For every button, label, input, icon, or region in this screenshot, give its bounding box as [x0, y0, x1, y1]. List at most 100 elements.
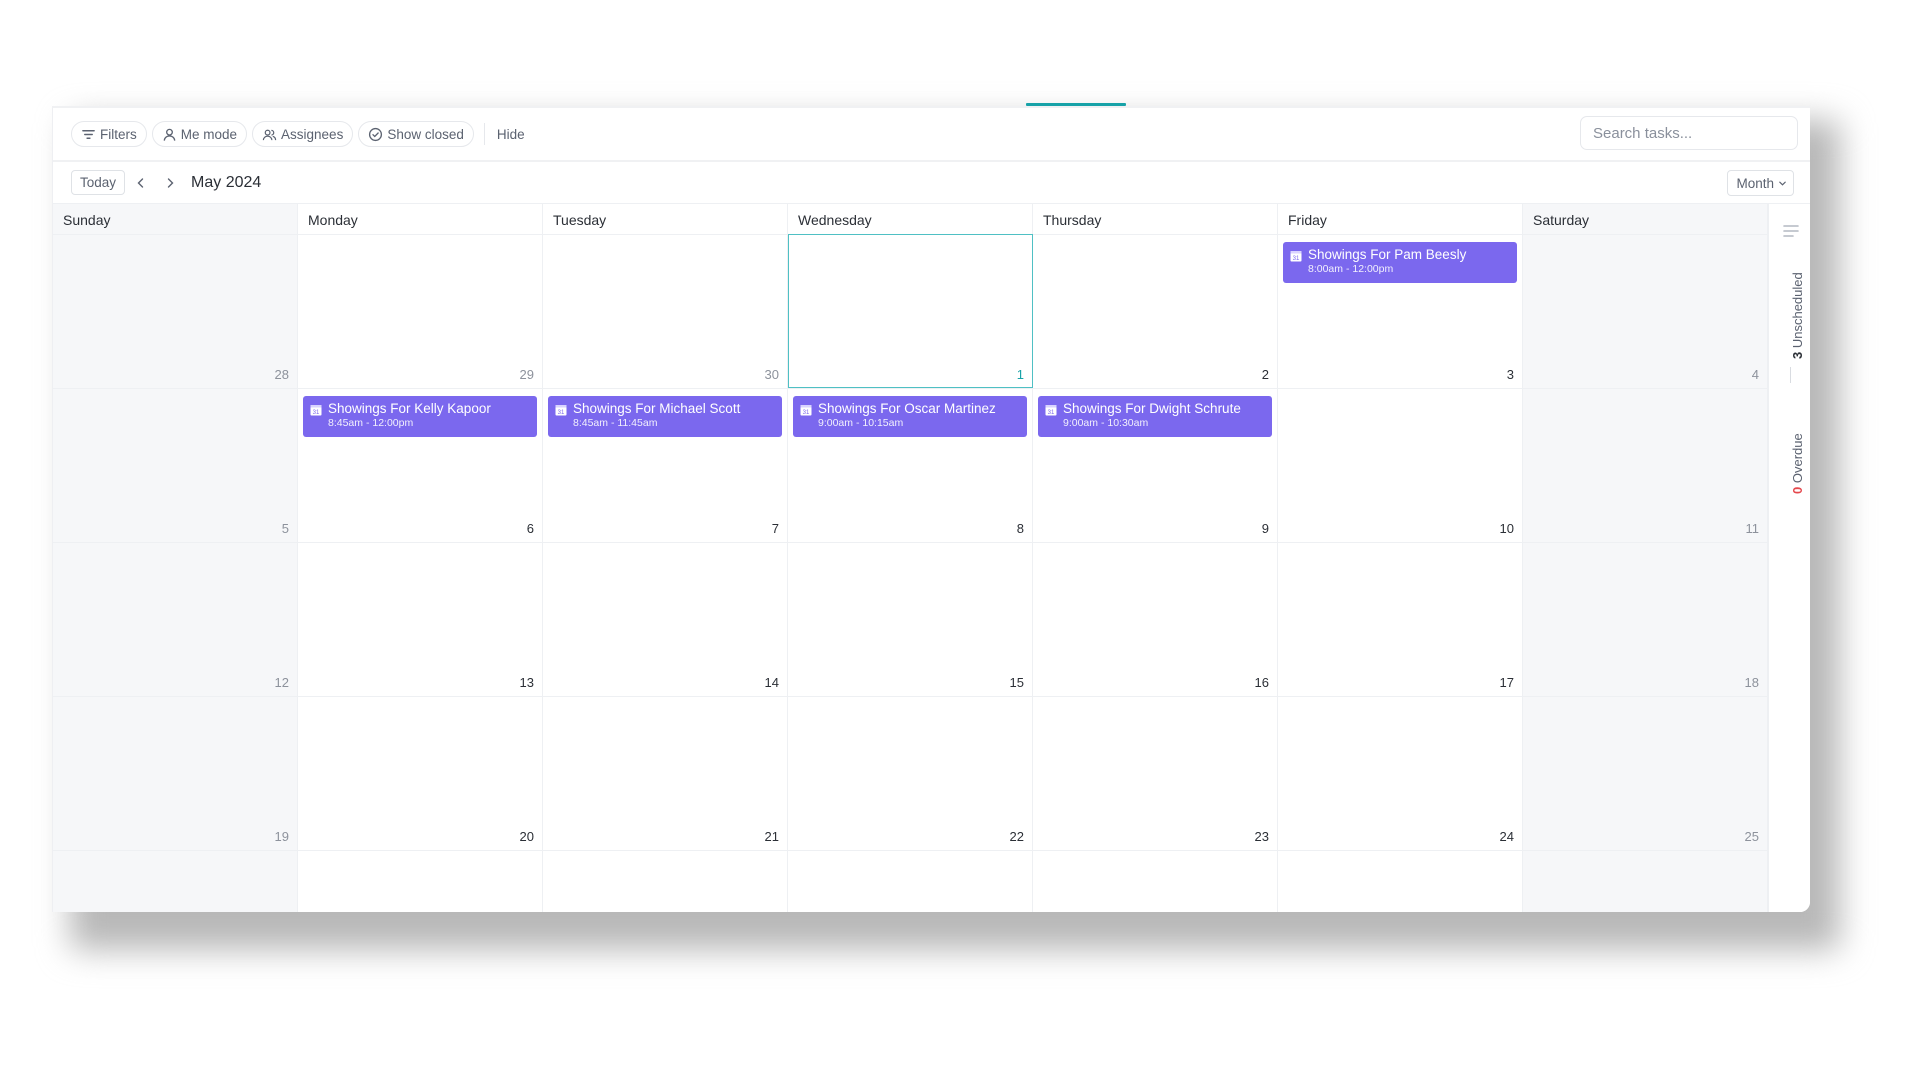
- day-cell[interactable]: [53, 851, 298, 912]
- day-cell[interactable]: 20: [298, 697, 543, 850]
- day-cell[interactable]: 16: [1033, 543, 1278, 696]
- me-mode-button[interactable]: Me mode: [151, 121, 248, 147]
- week-row: 12 13 14 15 16 17 18: [53, 542, 1768, 696]
- day-cell[interactable]: 31 Showings For Dwight Schrute 9:00am - …: [1033, 389, 1278, 542]
- day-number: 19: [274, 829, 289, 844]
- event-title: Showings For Dwight Schrute: [1063, 401, 1241, 416]
- weekday-tuesday: Tuesday: [543, 204, 788, 234]
- users-icon: [262, 129, 277, 140]
- day-number: 20: [519, 829, 534, 844]
- event-card[interactable]: 31 Showings For Oscar Martinez 9:00am - …: [793, 396, 1027, 437]
- calendar-icon: 31: [310, 405, 322, 416]
- week-row: [53, 850, 1768, 912]
- unscheduled-label: Unscheduled: [1790, 272, 1805, 349]
- day-cell[interactable]: 13: [298, 543, 543, 696]
- week-row: 19 20 21 22 23 24 25: [53, 696, 1768, 850]
- day-cell[interactable]: [1278, 851, 1523, 912]
- show-closed-button[interactable]: Show closed: [358, 121, 474, 147]
- day-number: 25: [1744, 829, 1759, 844]
- day-number: 1: [1016, 367, 1024, 382]
- search-tasks-input[interactable]: [1580, 116, 1798, 150]
- day-cell-today[interactable]: 1: [788, 234, 1033, 388]
- day-cell[interactable]: 11: [1523, 389, 1768, 542]
- day-number: 13: [519, 675, 534, 690]
- day-cell[interactable]: 29: [298, 235, 543, 388]
- day-cell[interactable]: 14: [543, 543, 788, 696]
- unscheduled-toggle[interactable]: 3 Unscheduled: [1790, 272, 1805, 359]
- day-cell[interactable]: [1523, 851, 1768, 912]
- overdue-label: Overdue: [1790, 433, 1805, 484]
- svg-text:31: 31: [313, 410, 320, 416]
- unscheduled-sidebar: 3 Unscheduled 0 Overdue: [1768, 204, 1810, 912]
- day-number: 4: [1751, 367, 1759, 382]
- day-cell[interactable]: 23: [1033, 697, 1278, 850]
- next-month-button[interactable]: [157, 170, 183, 195]
- weekday-header: Sunday Monday Tuesday Wednesday Thursday…: [53, 204, 1768, 234]
- day-cell[interactable]: 10: [1278, 389, 1523, 542]
- day-number: 14: [764, 675, 779, 690]
- svg-text:31: 31: [1293, 256, 1300, 262]
- day-cell[interactable]: 31 Showings For Pam Beesly 8:00am - 12:0…: [1278, 235, 1523, 388]
- day-number: 23: [1254, 829, 1269, 844]
- hide-button[interactable]: Hide: [497, 127, 525, 142]
- today-button[interactable]: Today: [71, 170, 126, 195]
- day-cell[interactable]: 19: [53, 697, 298, 850]
- filters-button[interactable]: Filters: [71, 121, 147, 147]
- day-cell[interactable]: [788, 851, 1033, 912]
- active-view-tab-indicator: [1026, 103, 1126, 106]
- day-cell[interactable]: 25: [1523, 697, 1768, 850]
- day-cell[interactable]: 21: [543, 697, 788, 850]
- filter-icon: [82, 129, 95, 139]
- weekday-sunday: Sunday: [53, 204, 298, 234]
- day-number: 11: [1745, 521, 1760, 536]
- week-row: 28 29 30 1 2 31 Showings For Pam Beesly …: [53, 234, 1768, 388]
- day-number: 5: [281, 521, 289, 536]
- day-number: 29: [519, 367, 534, 382]
- week-row: 5 31 Showings For Kelly Kapoor 8:45am - …: [53, 388, 1768, 542]
- event-time: 8:45am - 12:00pm: [328, 417, 414, 429]
- filters-label: Filters: [100, 126, 137, 142]
- overdue-toggle[interactable]: 0 Overdue: [1790, 433, 1805, 494]
- assignees-button[interactable]: Assignees: [252, 121, 354, 147]
- day-cell[interactable]: 17: [1278, 543, 1523, 696]
- user-icon: [163, 128, 176, 141]
- day-cell[interactable]: 28: [53, 235, 298, 388]
- weekday-thursday: Thursday: [1033, 204, 1278, 234]
- day-cell[interactable]: 31 Showings For Michael Scott 8:45am - 1…: [543, 389, 788, 542]
- event-card[interactable]: 31 Showings For Kelly Kapoor 8:45am - 12…: [303, 396, 537, 437]
- day-number: 18: [1744, 675, 1759, 690]
- day-cell[interactable]: 22: [788, 697, 1033, 850]
- event-title: Showings For Michael Scott: [573, 401, 741, 416]
- event-card[interactable]: 31 Showings For Pam Beesly 8:00am - 12:0…: [1283, 242, 1517, 283]
- event-time: 8:00am - 12:00pm: [1308, 263, 1394, 275]
- event-card[interactable]: 31 Showings For Dwight Schrute 9:00am - …: [1038, 396, 1272, 437]
- day-cell[interactable]: 31 Showings For Kelly Kapoor 8:45am - 12…: [298, 389, 543, 542]
- day-cell[interactable]: 5: [53, 389, 298, 542]
- previous-month-button[interactable]: [128, 170, 154, 195]
- calendar-icon: 31: [1290, 251, 1302, 262]
- unscheduled-count: 3: [1790, 351, 1805, 359]
- calendar-nav: Today May 2024 Month: [53, 162, 1810, 204]
- day-cell[interactable]: 30: [543, 235, 788, 388]
- event-time: 9:00am - 10:15am: [818, 417, 904, 429]
- day-cell[interactable]: [298, 851, 543, 912]
- svg-text:31: 31: [1048, 410, 1055, 416]
- day-cell[interactable]: 4: [1523, 235, 1768, 388]
- day-cell[interactable]: [543, 851, 788, 912]
- day-cell[interactable]: 31 Showings For Oscar Martinez 9:00am - …: [788, 389, 1033, 542]
- event-time: 8:45am - 11:45am: [573, 417, 658, 429]
- view-mode-select[interactable]: Month: [1727, 170, 1794, 196]
- day-cell[interactable]: 18: [1523, 543, 1768, 696]
- calendar-panel: Filters Me mode Assignees Show closed Hi…: [52, 106, 1810, 912]
- event-title: Showings For Pam Beesly: [1308, 247, 1467, 262]
- day-cell[interactable]: 12: [53, 543, 298, 696]
- day-cell[interactable]: 24: [1278, 697, 1523, 850]
- day-cell[interactable]: [1033, 851, 1278, 912]
- day-number: 24: [1499, 829, 1514, 844]
- list-icon[interactable]: [1783, 224, 1799, 238]
- toolbar: Filters Me mode Assignees Show closed Hi…: [53, 108, 1810, 162]
- chevron-left-icon: [137, 177, 144, 188]
- day-cell[interactable]: 15: [788, 543, 1033, 696]
- day-cell[interactable]: 2: [1033, 235, 1278, 388]
- event-card[interactable]: 31 Showings For Michael Scott 8:45am - 1…: [548, 396, 782, 437]
